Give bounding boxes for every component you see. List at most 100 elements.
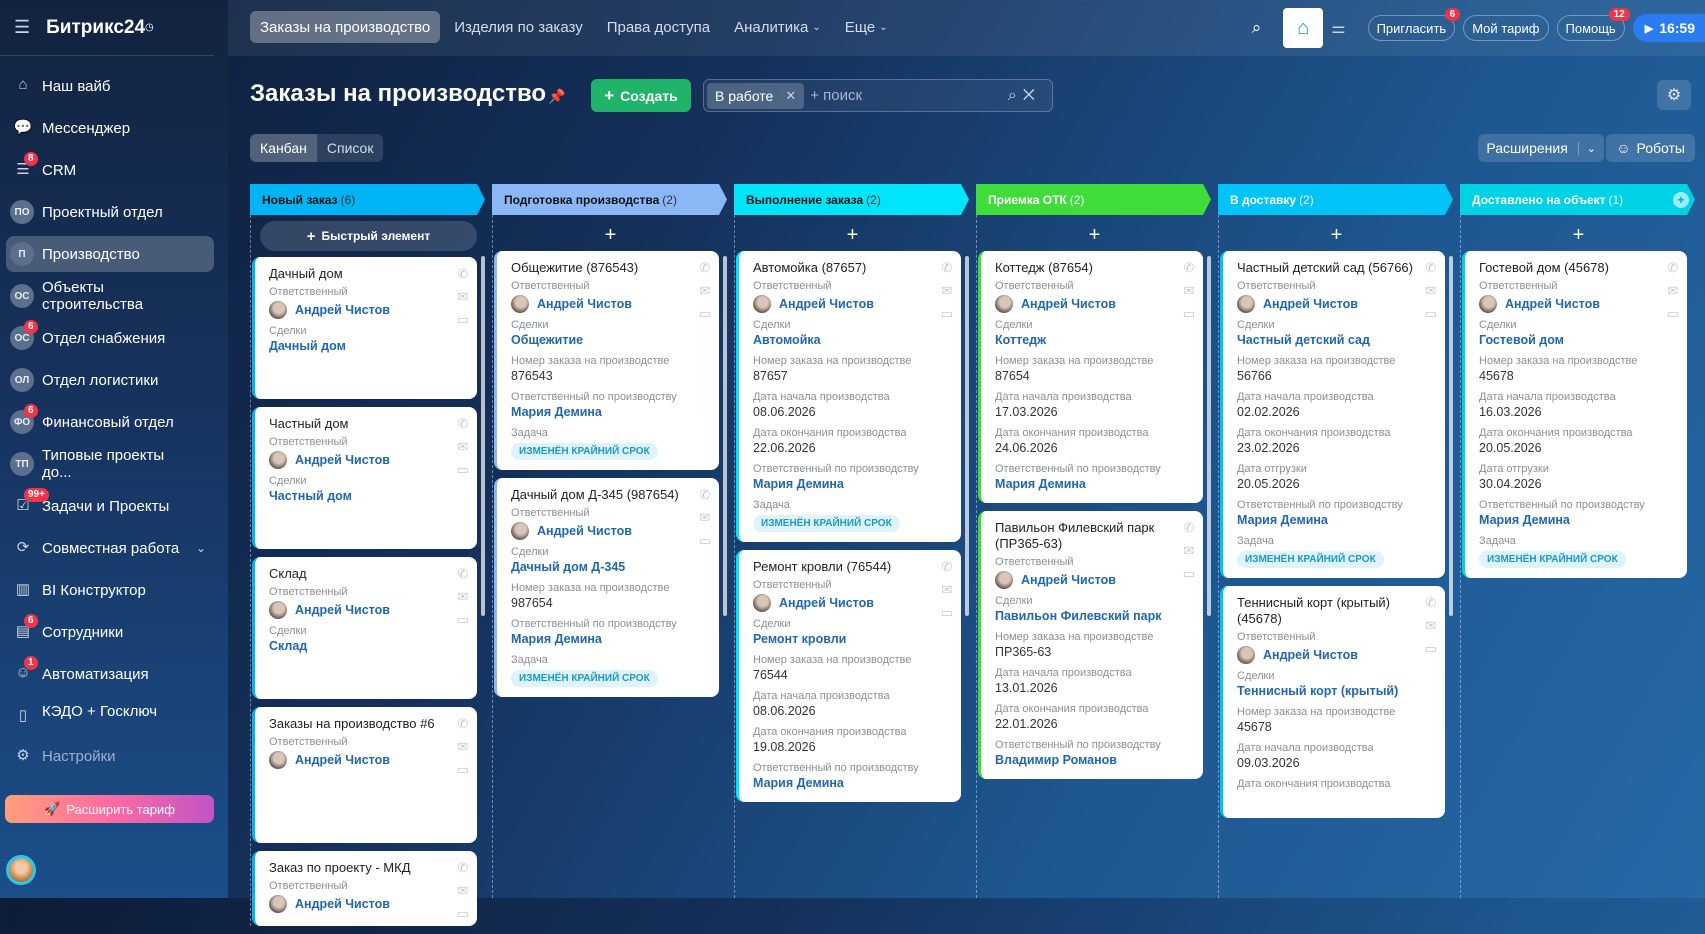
mail-icon[interactable]: ✉ [941, 283, 952, 299]
add-card-button[interactable]: + [978, 219, 1211, 251]
phone-icon[interactable]: ✆ [1425, 260, 1436, 276]
responsible-person[interactable]: Андрей Чистов [511, 295, 707, 313]
comment-icon[interactable]: ▭ [1183, 306, 1195, 322]
tab-access[interactable]: Права доступа [597, 11, 720, 43]
card-title[interactable]: Частный дом [269, 416, 465, 432]
kanban-card[interactable]: ✆ ✉ ▭ Гостевой дом (45678) Ответственный Андр… [1462, 251, 1687, 578]
column-header[interactable]: Новый заказ (6) [250, 184, 485, 215]
search-input[interactable]: + поиск [810, 87, 862, 104]
tab-orders[interactable]: Заказы на производство [250, 11, 441, 43]
add-card-button[interactable]: + [1462, 219, 1695, 251]
phone-icon[interactable]: ✆ [1667, 260, 1678, 276]
phone-icon[interactable]: ✆ [1183, 260, 1194, 276]
person-name[interactable]: Андрей Чистов [537, 523, 632, 540]
card-title[interactable]: Заказ по проекту - МКД [269, 860, 465, 876]
field-link[interactable]: Павильон Филевский парк [995, 608, 1191, 625]
field-link[interactable]: Коттедж [995, 332, 1191, 349]
sidebar-item[interactable]: ▯ КЭДО + Госключ [6, 698, 194, 725]
mail-icon[interactable]: ✉ [457, 439, 468, 455]
sidebar-item[interactable]: ОС 6 Отдел снабжения [6, 320, 194, 356]
settings-sliders-icon[interactable]: ⚌ [1331, 18, 1345, 38]
column-scrollbar[interactable] [1449, 256, 1453, 616]
field-link[interactable]: Мария Демина [1237, 512, 1433, 529]
chevron-down-icon[interactable]: ⌄ [1577, 141, 1596, 155]
sidebar-item[interactable]: ▤ 6 Сотрудники [6, 614, 194, 650]
phone-icon[interactable]: ✆ [699, 487, 710, 503]
phone-icon[interactable]: ✆ [457, 716, 468, 732]
field-link[interactable]: Мария Демина [511, 631, 707, 648]
column-scrollbar[interactable] [723, 256, 727, 616]
person-name[interactable]: Андрей Чистов [295, 752, 390, 769]
task-status-badge[interactable]: ИЗМЕНЁН КРАЙНИЙ СРОК [753, 515, 900, 532]
kanban-card[interactable]: ✆ ✉ ▭ Общежитие (876543) Ответственный Андрей… [494, 251, 719, 470]
comment-icon[interactable]: ▭ [457, 462, 469, 478]
kanban-card[interactable]: ✆ ✉ ▭ Дачный дом Ответственный Андрей Чистов С… [252, 257, 477, 399]
view-kanban[interactable]: Канбан [250, 134, 317, 162]
responsible-person[interactable]: Андрей Чистов [753, 295, 949, 313]
kanban-card[interactable]: ✆ ✉ ▭ Автомойка (87657) Ответственный Андрей … [736, 251, 961, 542]
comment-icon[interactable]: ▭ [457, 612, 469, 628]
field-link[interactable]: Мария Демина [511, 404, 707, 421]
view-list[interactable]: Список [316, 134, 384, 162]
close-icon[interactable]: ✕ [785, 88, 796, 104]
task-status-badge[interactable]: ИЗМЕНЁН КРАЙНИЙ СРОК [511, 443, 658, 460]
comment-icon[interactable]: ▭ [457, 762, 469, 778]
card-title[interactable]: Частный детский сад (56766) [1237, 260, 1433, 276]
person-name[interactable]: Андрей Чистов [295, 452, 390, 469]
field-link[interactable]: Автомойка [753, 332, 949, 349]
task-status-badge[interactable]: ИЗМЕНЁН КРАЙНИЙ СРОК [1237, 551, 1384, 568]
card-title[interactable]: Автомойка (87657) [753, 260, 949, 276]
kanban-card[interactable]: ✆ ✉ ▭ Павильон Филевский парк (ПР365-63) Отв… [978, 511, 1203, 779]
sidebar-item[interactable]: ТП Типовые проекты до... [6, 446, 194, 482]
responsible-person[interactable]: Андрей Чистов [511, 522, 707, 540]
kanban-card[interactable]: ✆ ✉ ▭ Теннисный корт (крытый) (45678) Ответс… [1220, 586, 1445, 818]
extensions-button[interactable]: Расширения ⌄ [1478, 134, 1604, 162]
phone-icon[interactable]: ✆ [1183, 520, 1194, 536]
filter-chip[interactable]: В работе ✕ [707, 82, 805, 109]
responsible-person[interactable]: Андрей Чистов [753, 594, 949, 612]
quick-add-button[interactable]: + Быстрый элемент [260, 221, 477, 251]
field-link[interactable]: Теннисный корт (крытый) [1237, 683, 1433, 700]
field-link[interactable]: Частный детский сад [1237, 332, 1433, 349]
sidebar-item[interactable]: 💬 Мессенджер [6, 110, 194, 146]
responsible-person[interactable]: Андрей Чистов [995, 295, 1191, 313]
mail-icon[interactable]: ✉ [457, 739, 468, 755]
person-name[interactable]: Андрей Чистов [1263, 296, 1358, 313]
card-title[interactable]: Дачный дом [269, 266, 465, 282]
card-title[interactable]: Общежитие (876543) [511, 260, 707, 276]
person-name[interactable]: Андрей Чистов [295, 302, 390, 319]
sidebar-item[interactable]: ⚙ Настройки [6, 738, 194, 774]
mail-icon[interactable]: ✉ [941, 582, 952, 598]
add-column-icon[interactable]: + [1673, 192, 1689, 208]
comment-icon[interactable]: ▭ [699, 306, 711, 322]
field-link[interactable]: Дачный дом Д-345 [511, 559, 707, 576]
field-link[interactable]: Мария Демина [1479, 512, 1675, 529]
person-name[interactable]: Андрей Чистов [295, 602, 390, 619]
sidebar-item[interactable]: ФО 6 Финансовый отдел [6, 404, 194, 440]
comment-icon[interactable]: ▭ [1425, 641, 1437, 657]
kanban-card[interactable]: ✆ ✉ ▭ Дачный дом Д-345 (987654) Ответственны… [494, 478, 719, 697]
my-tariff-button[interactable]: Мой тариф [1463, 15, 1549, 41]
kanban-card[interactable]: ✆ ✉ ▭ Склад Ответственный Андрей Чистов Сделки… [252, 557, 477, 699]
phone-icon[interactable]: ✆ [457, 860, 468, 876]
sidebar-item[interactable]: ▥ BI Конструктор [6, 572, 194, 608]
tab-more[interactable]: Еще ⌄ [835, 11, 898, 43]
sidebar-item[interactable]: П Производство [6, 236, 214, 272]
column-header[interactable]: Приемка ОТК (2) [976, 184, 1211, 215]
card-title[interactable]: Гостевой дом (45678) [1479, 260, 1675, 276]
comment-icon[interactable]: ▭ [457, 312, 469, 328]
upgrade-tariff-button[interactable]: 🚀 Расширить тариф [5, 795, 214, 823]
responsible-person[interactable]: Андрей Чистов [1479, 295, 1675, 313]
worktime-button[interactable]: ▶ 16:59 [1632, 14, 1705, 42]
person-name[interactable]: Андрей Чистов [1021, 296, 1116, 313]
add-card-button[interactable]: + [736, 219, 969, 251]
sidebar-item[interactable]: ⌂ Наш вайб [6, 68, 194, 104]
person-name[interactable]: Андрей Чистов [1021, 572, 1116, 589]
mail-icon[interactable]: ✉ [457, 289, 468, 305]
sidebar-item[interactable]: ОС Объекты строительства [6, 278, 194, 314]
phone-icon[interactable]: ✆ [941, 260, 952, 276]
responsible-person[interactable]: Андрей Чистов [269, 451, 465, 469]
person-name[interactable]: Андрей Чистов [779, 595, 874, 612]
column-header[interactable]: В доставку (2) [1218, 184, 1453, 215]
filter-search[interactable]: В работе ✕ + поиск ⌕✕ [703, 79, 1053, 112]
